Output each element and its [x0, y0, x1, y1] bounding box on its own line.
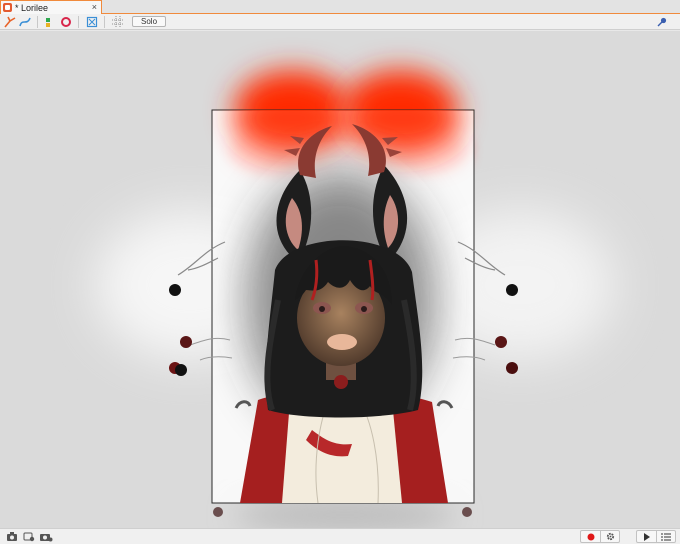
curve-tool-button[interactable]: [18, 15, 31, 28]
control-point[interactable]: [180, 336, 192, 348]
document-tab[interactable]: * Lorilee ×: [0, 0, 102, 14]
snapshot-button[interactable]: [4, 530, 20, 543]
camera-multi-button[interactable]: [38, 530, 54, 543]
canvas-viewport[interactable]: [0, 31, 680, 528]
view-toolbar: Solo: [0, 14, 680, 30]
camera-settings-button[interactable]: [21, 530, 37, 543]
control-point[interactable]: [175, 364, 187, 376]
control-point[interactable]: [462, 507, 472, 517]
solo-button[interactable]: Solo: [132, 16, 167, 27]
pin-button[interactable]: [655, 15, 668, 28]
parameters-button[interactable]: [44, 15, 57, 28]
model-canvas[interactable]: [0, 31, 680, 528]
record-toggle-button[interactable]: [59, 15, 72, 28]
toolbar-separator: [78, 15, 79, 28]
control-point[interactable]: [213, 507, 223, 517]
fit-view-button[interactable]: [85, 15, 98, 28]
document-tab-title: * Lorilee: [15, 2, 49, 13]
control-point[interactable]: [506, 284, 518, 296]
play-icon: [643, 532, 650, 541]
pin-icon: [657, 17, 666, 26]
camera-icon: [7, 532, 17, 541]
record-icon: [60, 16, 71, 27]
deform-tool-button[interactable]: [3, 15, 16, 28]
settings-button[interactable]: [600, 531, 619, 542]
control-point[interactable]: [506, 362, 518, 374]
camera-settings-icon: [23, 532, 35, 542]
control-point[interactable]: [495, 336, 507, 348]
close-icon[interactable]: ×: [92, 2, 97, 12]
curve-tool-icon: [18, 17, 31, 26]
list-button[interactable]: [656, 531, 675, 542]
settings-icon: [606, 532, 614, 541]
camera-multi-icon: [40, 534, 53, 542]
control-point[interactable]: [169, 284, 181, 296]
grid-button[interactable]: [111, 15, 124, 28]
document-tab-strip: * Lorilee ×: [0, 0, 680, 14]
playback-group: [636, 530, 676, 543]
play-button[interactable]: [637, 531, 656, 542]
list-icon: [661, 533, 671, 540]
record-button[interactable]: [581, 531, 600, 542]
app-document-icon: [3, 3, 12, 12]
grid-icon: [111, 15, 124, 28]
deform-tool-icon: [3, 16, 15, 28]
toolbar-separator: [37, 15, 38, 28]
toolbar-separator: [104, 15, 105, 28]
view-statusbar: [0, 528, 680, 544]
record-icon: [587, 533, 594, 540]
parameters-icon: [45, 17, 50, 27]
fit-view-icon: [86, 16, 97, 27]
record-settings-group: [580, 530, 620, 543]
